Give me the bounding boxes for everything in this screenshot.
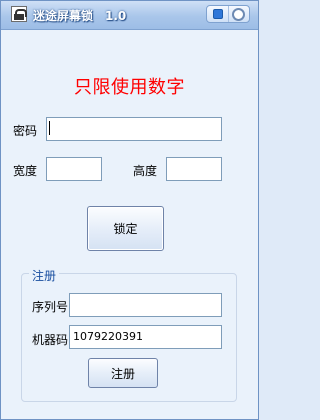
close-button[interactable] xyxy=(228,6,249,22)
register-button[interactable]: 注册 xyxy=(88,358,158,388)
width-label: 宽度 xyxy=(13,164,38,178)
lock-app-icon xyxy=(11,6,27,22)
close-icon xyxy=(232,7,245,21)
title-bar-buttons xyxy=(206,5,250,23)
machine-code-label: 机器码 xyxy=(32,333,69,347)
password-label: 密码 xyxy=(13,124,38,138)
serial-input[interactable] xyxy=(69,293,222,317)
lock-button[interactable]: 锁定 xyxy=(87,206,164,251)
height-label: 高度 xyxy=(133,164,158,178)
window-title: 迷途屏幕锁 1.0 xyxy=(33,9,127,23)
serial-label: 序列号 xyxy=(32,300,69,314)
title-bar[interactable]: 迷途屏幕锁 1.0 xyxy=(1,1,258,30)
height-input[interactable] xyxy=(166,157,222,181)
minimize-button[interactable] xyxy=(207,6,229,22)
register-group-legend: 注册 xyxy=(29,267,60,284)
password-input[interactable] xyxy=(46,117,222,141)
main-window: 迷途屏幕锁 1.0 只限使用数字 密码 宽度 高度 锁定 注册 序列号 机器码 … xyxy=(0,0,259,420)
minimize-icon xyxy=(212,9,223,19)
width-input[interactable] xyxy=(46,157,102,181)
machine-code-input[interactable]: 1079220391 xyxy=(69,325,222,349)
numbers-only-heading: 只限使用数字 xyxy=(74,77,185,98)
text-caret xyxy=(49,121,50,135)
